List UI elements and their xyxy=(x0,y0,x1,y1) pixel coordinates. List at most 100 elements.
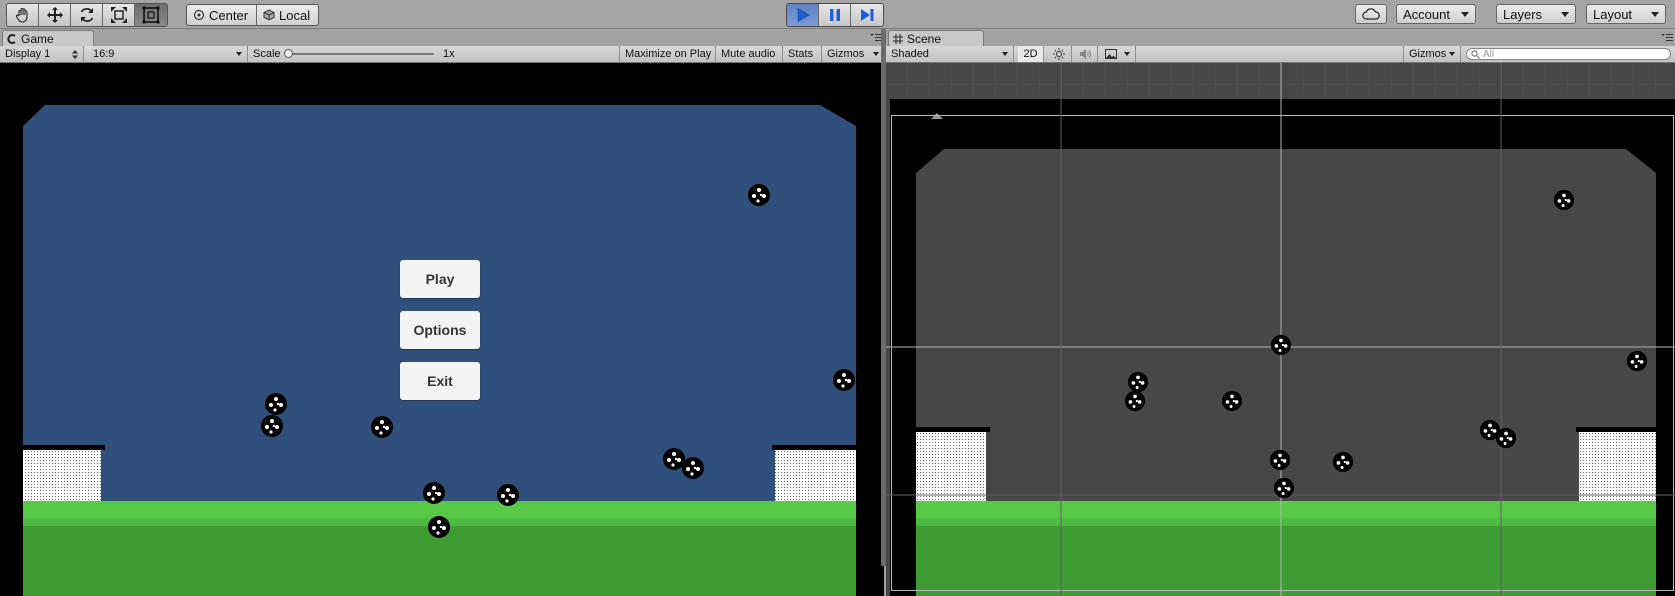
game-icon xyxy=(7,33,16,44)
shading-dropdown[interactable]: Shaded xyxy=(886,46,1014,62)
soccer-ball xyxy=(1553,189,1575,211)
right-goal-crossbar xyxy=(772,445,856,450)
exit-menu-button[interactable]: Exit xyxy=(400,362,480,400)
pivot-local-label: Local xyxy=(279,7,311,23)
cloud-button[interactable] xyxy=(1355,4,1387,24)
scene-grid-icon xyxy=(893,33,903,44)
lighting-toggle[interactable] xyxy=(1046,46,1072,62)
panel-menu-icon[interactable] xyxy=(1661,33,1673,42)
display-label: Display 1 xyxy=(5,48,51,60)
local-space-icon xyxy=(263,9,275,21)
game-panel: Game Display 1 16:9 Scale 1x Maximize on… xyxy=(0,29,884,596)
scene-render xyxy=(886,63,1675,596)
speaker-icon xyxy=(1079,49,1091,59)
chevron-down-icon xyxy=(1651,11,1659,17)
account-label: Account xyxy=(1403,6,1450,22)
audio-toggle[interactable] xyxy=(1072,46,1098,62)
search-placeholder: All xyxy=(1483,48,1495,60)
chevron-down-icon xyxy=(1449,52,1455,56)
left-goal-net xyxy=(23,450,101,501)
grass-top xyxy=(23,501,856,518)
soccer-ball xyxy=(1273,477,1295,499)
search-icon xyxy=(1471,49,1480,59)
soccer-ball xyxy=(1626,350,1648,372)
stats-toggle[interactable]: Stats xyxy=(783,46,822,62)
display-dropdown[interactable]: Display 1 xyxy=(0,46,84,62)
image-icon xyxy=(1105,49,1117,59)
move-tool-button[interactable] xyxy=(39,4,71,26)
effects-dropdown[interactable] xyxy=(1100,46,1136,62)
game-viewport[interactable]: Play Options Exit xyxy=(0,63,884,596)
rotate-tool-button[interactable] xyxy=(71,4,103,26)
pause-button[interactable] xyxy=(819,4,851,26)
aspect-label: 16:9 xyxy=(93,48,115,60)
rect-tool-button[interactable] xyxy=(135,4,167,26)
maximize-label: Maximize on Play xyxy=(625,48,712,60)
chevron-down-icon xyxy=(1124,52,1130,56)
2d-mode-toggle[interactable]: 2D xyxy=(1018,46,1044,62)
right-goal-crossbar xyxy=(1576,427,1656,432)
layers-dropdown[interactable]: Layers xyxy=(1496,4,1576,24)
scene-panel: Scene Shaded 2D Gizmos All xyxy=(886,29,1675,596)
play-icon xyxy=(797,7,810,23)
scene-search-field[interactable]: All xyxy=(1466,48,1671,60)
game-view-toolbar: Display 1 16:9 Scale 1x Maximize on Play… xyxy=(0,46,884,63)
soccer-ball xyxy=(1270,334,1292,356)
scale-tool-button[interactable] xyxy=(103,4,135,26)
hand-tool-button[interactable] xyxy=(7,4,39,26)
chevron-down-icon xyxy=(1561,11,1569,17)
stats-label: Stats xyxy=(788,48,814,60)
rotate-icon xyxy=(80,8,93,22)
soccer-ball xyxy=(371,416,393,438)
scale-slider-thumb[interactable] xyxy=(284,49,293,58)
soccer-ball xyxy=(428,516,450,538)
account-dropdown[interactable]: Account xyxy=(1396,4,1476,24)
right-goal-net xyxy=(775,450,856,501)
scale-control: Scale 1x xyxy=(248,46,620,62)
soccer-ball xyxy=(1269,449,1291,471)
soccer-ball xyxy=(1332,451,1354,473)
soccer-ball xyxy=(833,369,855,391)
step-button[interactable] xyxy=(851,4,883,26)
transform-tools xyxy=(6,3,168,27)
play-menu-button[interactable]: Play xyxy=(400,260,480,298)
options-menu-button[interactable]: Options xyxy=(400,311,480,349)
pivot-center-button[interactable]: Center xyxy=(187,5,257,25)
soccer-ball xyxy=(423,482,445,504)
sun-icon xyxy=(1052,48,1065,60)
tab-game[interactable]: Game xyxy=(2,30,94,46)
maximize-on-play-toggle[interactable]: Maximize on Play xyxy=(620,46,716,62)
tab-scene[interactable]: Scene xyxy=(888,30,984,46)
aspect-dropdown[interactable]: 16:9 xyxy=(88,46,248,62)
scene-gizmos-dropdown[interactable]: Gizmos xyxy=(1403,46,1461,62)
scene-viewport[interactable] xyxy=(886,63,1675,596)
grass-top xyxy=(916,501,1656,518)
grass-band xyxy=(916,518,1656,526)
pause-icon xyxy=(829,9,840,21)
updown-arrows-icon xyxy=(72,49,78,59)
layout-dropdown[interactable]: Layout xyxy=(1586,4,1666,24)
play-button[interactable] xyxy=(787,4,819,26)
pivot-local-button[interactable]: Local xyxy=(256,5,319,25)
grass-ground xyxy=(916,526,1656,596)
layout-label: Layout xyxy=(1593,6,1633,22)
soccer-ball xyxy=(682,457,704,479)
scale-slider-track[interactable] xyxy=(284,53,434,55)
mute-label: Mute audio xyxy=(721,48,776,60)
game-gizmos-dropdown[interactable]: Gizmos xyxy=(822,46,884,62)
soccer-ball xyxy=(1124,390,1146,412)
game-gizmos-label: Gizmos xyxy=(827,48,865,60)
rect-transform-icon xyxy=(142,6,160,24)
chevron-down-icon xyxy=(236,52,242,56)
chevron-down-icon xyxy=(1461,11,1469,17)
layers-label: Layers xyxy=(1503,6,1543,22)
chevron-down-icon xyxy=(1002,52,1008,56)
mute-audio-toggle[interactable]: Mute audio xyxy=(716,46,783,62)
pivot-icon xyxy=(193,9,205,21)
scene-tabbar: Scene xyxy=(886,29,1675,46)
scene-gizmos-label: Gizmos xyxy=(1409,48,1447,60)
left-goal-crossbar xyxy=(23,445,105,450)
soccer-ball xyxy=(1127,371,1149,393)
left-goal-crossbar xyxy=(916,427,990,432)
main-toolbar: Center Local Account Layers Layout xyxy=(0,0,1675,29)
